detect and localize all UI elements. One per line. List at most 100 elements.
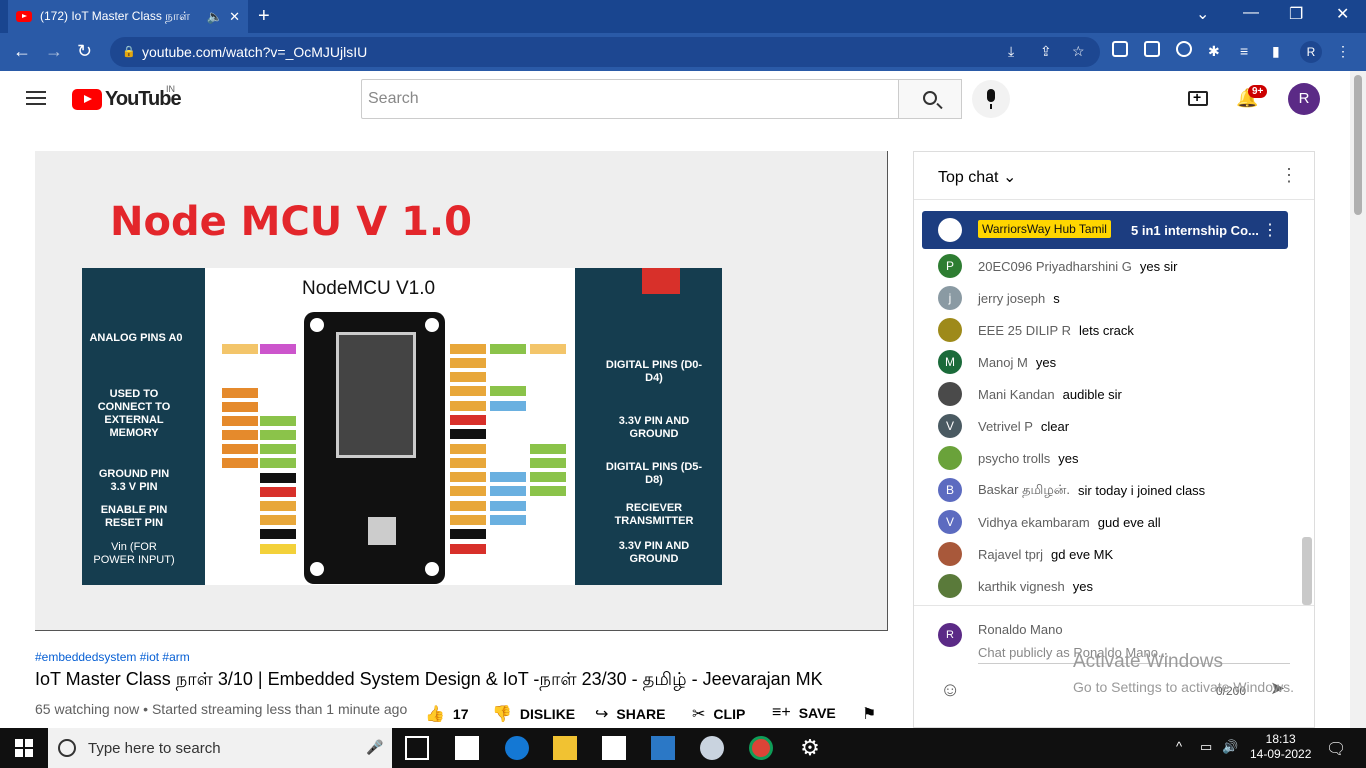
file-explorer-icon[interactable] — [553, 736, 577, 760]
side-panel-icon[interactable]: ▮ — [1272, 43, 1280, 60]
taskbar-clock[interactable]: 18:13 14-09-2022 — [1250, 732, 1311, 762]
pin-chip — [530, 472, 566, 482]
chat-text: yes — [1072, 578, 1093, 594]
pinned-message[interactable]: WarriorsWay Hub Tamil 5 in1 internship C… — [922, 211, 1288, 249]
tab-search-icon[interactable]: ⌄ — [1196, 4, 1209, 24]
chat-message[interactable]: V Vidhya ekambaram gud eve all — [938, 509, 1298, 535]
chat-message[interactable]: Rajavel tprj gd eve MK — [938, 541, 1298, 567]
page-scrollbar[interactable] — [1350, 71, 1366, 728]
chat-mode-dropdown[interactable]: Top chat ⌄ — [938, 167, 1016, 187]
windows-start-icon[interactable] — [15, 739, 33, 757]
taskbar-search-box[interactable]: Type here to search 🎤 — [48, 728, 392, 768]
back-arrow-icon[interactable]: ← — [13, 41, 31, 62]
pin-chip — [530, 344, 566, 354]
wifi-module — [336, 332, 416, 458]
chat-text: yes — [1058, 450, 1079, 466]
pin-chip — [490, 344, 526, 354]
browser-tab[interactable]: (172) IoT Master Class நாள் 🔈 ✕ — [8, 0, 248, 33]
speaker-icon[interactable]: 🔈 — [207, 9, 223, 25]
youtube-logo[interactable]: YouTube IN — [72, 84, 182, 111]
account-avatar[interactable]: R — [1288, 83, 1320, 115]
label-enable-reset: ENABLE PIN RESET PIN — [100, 504, 168, 529]
hamburger-menu-icon[interactable] — [26, 91, 46, 105]
chat-author: Mani Kandan — [978, 386, 1055, 402]
mount-hole — [310, 318, 324, 332]
notifications-icon[interactable]: 🗨 — [1326, 739, 1346, 759]
hashtags[interactable]: #embeddedsystem #iot #arm — [35, 650, 190, 664]
report-button[interactable]: ⚑ — [862, 704, 884, 724]
close-tab-icon[interactable]: ✕ — [229, 9, 240, 25]
pin-chip — [450, 415, 486, 425]
label-digital-d0-d4: DIGITAL PINS (D0-D4) — [605, 359, 703, 384]
chat-message[interactable]: psycho trolls yes — [938, 445, 1298, 471]
like-button[interactable]: 👍 17 — [425, 704, 469, 724]
browser-menu-icon[interactable]: ⋮ — [1336, 43, 1350, 60]
browser-profile-avatar[interactable]: R — [1300, 41, 1322, 63]
pin-chip — [450, 472, 486, 482]
extension-icon[interactable] — [1112, 41, 1128, 57]
minimize-button[interactable]: — — [1243, 4, 1259, 22]
tray-chevron-icon[interactable]: ^ — [1176, 739, 1182, 754]
live-chat-panel: Top chat ⌄ ⋮ WarriorsWay Hub Tamil 5 in1… — [913, 151, 1315, 728]
install-icon[interactable]: ⤓ — [1008, 43, 1014, 60]
chat-menu-icon[interactable]: ⋮ — [1280, 165, 1298, 186]
search-button[interactable] — [898, 79, 962, 119]
app-icon[interactable] — [651, 736, 675, 760]
chat-scrollbar[interactable] — [1302, 537, 1312, 605]
extension-icon[interactable] — [1144, 41, 1160, 57]
settings-gear-icon[interactable]: ⚙ — [798, 736, 822, 760]
store-icon[interactable] — [602, 736, 626, 760]
pinned-menu-icon[interactable]: ⋮ — [1262, 220, 1278, 240]
new-tab-button[interactable]: + — [258, 5, 270, 28]
chat-message[interactable]: karthik vignesh yes — [938, 573, 1298, 599]
chat-message[interactable]: Mani Kandan audible sir — [938, 381, 1298, 407]
url-field[interactable]: 🔒 youtube.com/watch?v=_OcMJUjlsIU — [110, 37, 1100, 67]
chat-message[interactable]: V Vetrivel P clear — [938, 413, 1298, 439]
chat-author: psycho trolls — [978, 450, 1051, 466]
pin-chip — [490, 401, 526, 411]
pin-chip — [260, 430, 296, 440]
edge-icon[interactable] — [505, 736, 529, 760]
chat-message[interactable]: j jerry joseph s — [938, 285, 1298, 311]
search-input[interactable]: Search — [361, 79, 899, 119]
pin-chip — [222, 458, 258, 468]
battery-icon[interactable]: ▭ — [1200, 739, 1212, 755]
restore-button[interactable]: ❐ — [1289, 4, 1303, 24]
dislike-button[interactable]: 👎 DISLIKE — [492, 704, 575, 724]
search-icon — [923, 91, 937, 105]
create-video-icon[interactable] — [1188, 89, 1208, 106]
taskbar-mic-icon[interactable]: 🎤 — [366, 739, 383, 756]
volume-icon[interactable]: 🔊 — [1222, 739, 1238, 755]
bookmark-star-icon[interactable]: ☆ — [1072, 43, 1085, 60]
chat-message[interactable]: B Baskar தமிழன். sir today i joined class — [938, 477, 1298, 503]
chat-message[interactable]: P 20EC096 Priyadharshini G yes sir — [938, 253, 1298, 279]
voice-search-icon[interactable] — [972, 80, 1010, 118]
pin-chip — [260, 529, 296, 539]
pin-chip — [450, 486, 486, 496]
extension-icon[interactable] — [1176, 41, 1192, 57]
task-view-icon[interactable] — [405, 736, 429, 760]
share-button[interactable]: ↪ SHARE — [595, 704, 665, 724]
save-button[interactable]: ≡+ SAVE — [772, 704, 836, 722]
reload-icon[interactable]: ↻ — [77, 41, 92, 62]
scrollbar-thumb[interactable] — [1354, 75, 1362, 215]
emoji-icon[interactable]: ☺ — [940, 679, 960, 702]
chat-avatar: B — [938, 478, 962, 502]
clip-button[interactable]: ✂ CLIP — [692, 704, 745, 724]
video-player[interactable]: Node MCU V 1.0 NodeMCU V1.0 ANALOG PINS … — [35, 151, 888, 631]
pin-chip — [450, 444, 486, 454]
paint-app-icon[interactable] — [700, 736, 724, 760]
puzzle-extensions-icon[interactable]: ✱ — [1208, 43, 1220, 60]
label-analog-pins: ANALOG PINS A0 — [89, 332, 183, 344]
chat-message[interactable]: M Manoj M yes — [938, 349, 1298, 375]
mail-icon[interactable] — [455, 736, 479, 760]
chrome-icon[interactable] — [749, 736, 773, 760]
forward-arrow-icon[interactable]: → — [45, 41, 63, 62]
share-page-icon[interactable]: ⇪ — [1040, 43, 1052, 60]
pin-chip — [490, 472, 526, 482]
close-window-button[interactable]: ✕ — [1336, 4, 1349, 24]
chat-message[interactable]: EEE 25 DILIP R lets crack — [938, 317, 1298, 343]
pin-chip — [260, 501, 296, 511]
media-queue-icon[interactable]: ≡ — [1240, 43, 1248, 59]
chat-author: jerry joseph — [978, 290, 1046, 306]
